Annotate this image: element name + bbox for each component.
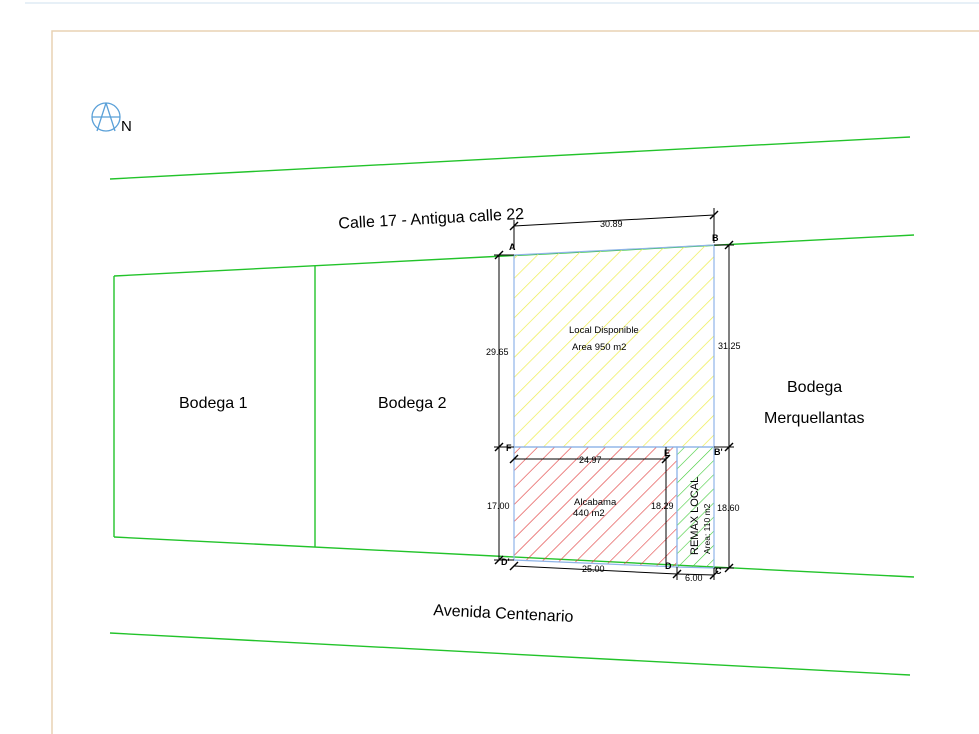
street-line-north-edge [109, 136, 911, 180]
north-label: N [121, 118, 132, 135]
dim-bottom: 25.00 [582, 564, 605, 574]
point-a-label: A [509, 242, 516, 252]
dim-right-lower: 18.60 [717, 503, 740, 513]
dim-left-upper: 29.65 [486, 347, 509, 357]
dim-top: 30.89 [600, 219, 623, 229]
local-label-line2: Area 950 m2 [572, 342, 626, 353]
dim-left-lower: 17.00 [487, 501, 510, 511]
street-name-calle-17: Calle 17 - Antigua calle 22 [338, 206, 525, 233]
remax-label-line1: REMAX LOCAL [689, 477, 701, 555]
bodega1-label: Bodega 1 [179, 395, 248, 412]
remax-label-line2: Area: 110 m2 [702, 503, 712, 554]
alcabama-label-line1: Alcabama [574, 497, 617, 508]
merquellantas-label-line2: Merquellantas [764, 410, 865, 427]
street-name-avenida-centenario: Avenida Centenario [433, 602, 574, 626]
bodega2-label: Bodega 2 [378, 395, 447, 412]
point-b-prime-label: B' [714, 447, 723, 457]
point-b-label: B [712, 233, 719, 243]
point-e-label: E [664, 448, 670, 458]
local-label-line1: Local Disponible [569, 325, 639, 336]
merquellantas-label-line1: Bodega [787, 379, 842, 396]
point-c-label: C [715, 566, 722, 576]
dim-right-upper: 31.25 [718, 341, 741, 351]
point-d-label: D [665, 561, 672, 571]
point-f-label: F [506, 443, 512, 453]
dim-bottom-small: 6.00 [685, 573, 703, 583]
point-d-prime-label: D' [501, 557, 510, 567]
street-line-south-edge [109, 632, 911, 676]
dim-inner: 18.29 [651, 501, 674, 511]
dim-middle: 24.97 [579, 455, 602, 465]
north-arrow-icon: N [91, 102, 132, 135]
alcabama-label-line2: 440 m2 [573, 508, 605, 519]
site-plan: N Calle 17 - Antigua calle 22 Avenida Ce… [25, 2, 979, 734]
